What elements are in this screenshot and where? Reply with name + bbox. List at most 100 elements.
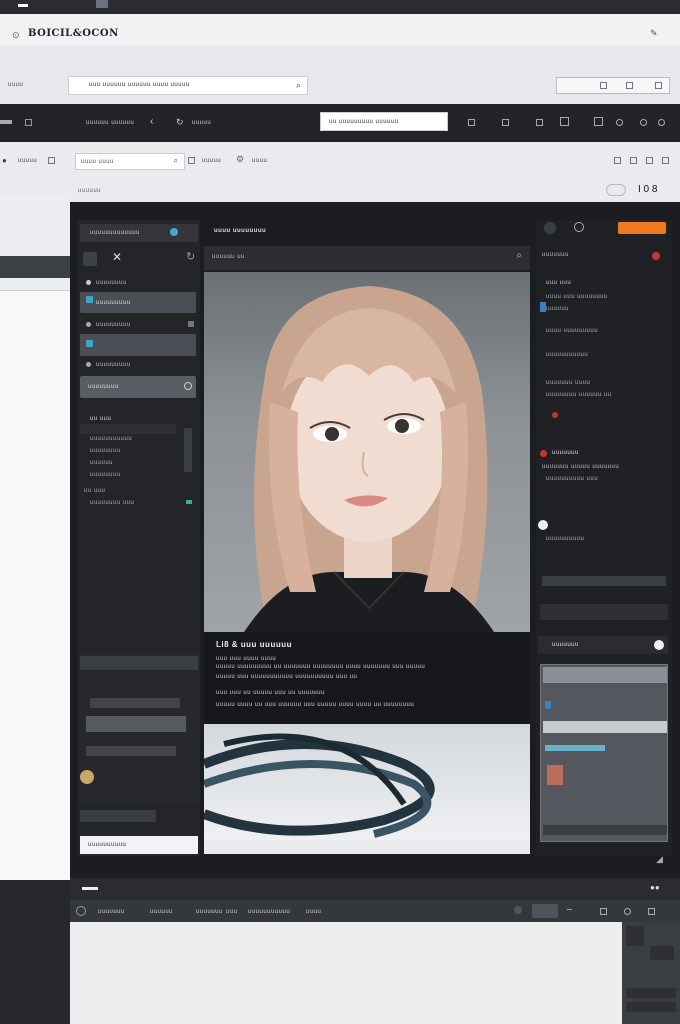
right-section-item[interactable]: uuuuuuuuuu — [546, 536, 584, 542]
crumb-1[interactable]: uuuuuu uuuuuu — [86, 120, 134, 126]
right-progress[interactable] — [540, 604, 668, 620]
bottom-icon-1[interactable] — [600, 908, 607, 915]
orange-toggle[interactable] — [618, 222, 666, 234]
settings-icon[interactable] — [658, 119, 665, 126]
table-icon[interactable] — [594, 117, 603, 126]
subitem[interactable]: uuuuuuuu uuu — [90, 500, 134, 506]
mail-icon[interactable] — [626, 82, 633, 89]
subitem[interactable]: uu uuu — [84, 488, 105, 494]
cross-icon[interactable]: ✕ — [112, 250, 122, 264]
subitem[interactable]: uuuuuu — [90, 460, 113, 466]
top-strip-tab-2[interactable] — [96, 0, 108, 8]
window-icon[interactable] — [560, 117, 569, 126]
status-dots[interactable]: ●● — [650, 883, 660, 892]
search-row — [0, 46, 680, 104]
lower-row-3[interactable] — [86, 746, 176, 756]
lower-row-1[interactable] — [90, 698, 180, 708]
subitem[interactable]: uuuuuuuu — [90, 472, 121, 478]
doc-icon[interactable] — [536, 119, 543, 126]
list-item[interactable]: uuuuuuuuu — [80, 316, 196, 334]
filter-search-icon[interactable]: ⌕ — [174, 156, 178, 166]
left-footer-input[interactable]: uuuuuuuuuu — [80, 836, 198, 854]
bottom-search-icon[interactable] — [76, 906, 86, 916]
toolbar-input[interactable]: uu uuuuuuuuu uuuuuu — [320, 112, 448, 131]
lower-row-4[interactable] — [80, 810, 156, 822]
right-list-item[interactable]: uuu uuu — [546, 280, 571, 286]
right-list-item[interactable]: uuuuuuu uuuu — [546, 380, 590, 386]
right-list-item[interactable]: uuuu uuu uuuuuuuu — [546, 294, 608, 300]
preview-selected[interactable] — [543, 721, 667, 733]
record-icon[interactable] — [652, 252, 660, 260]
bottom-item[interactable]: uuuuuuuuuuu — [248, 909, 290, 915]
grid-icon[interactable] — [600, 82, 607, 89]
lock-icon[interactable] — [655, 82, 662, 89]
right-section-item[interactable]: uuuuuuu uuuuu uuuuuuu — [542, 464, 619, 470]
user-icon[interactable]: ● — [2, 156, 7, 165]
white-circle[interactable] — [538, 520, 548, 530]
bottom-right-cell-3[interactable] — [626, 988, 676, 998]
bell-icon[interactable] — [616, 119, 623, 126]
top-strip-tab[interactable] — [18, 4, 28, 7]
square-icon[interactable] — [25, 119, 32, 126]
filter-grid-icon[interactable] — [188, 157, 195, 164]
list-item[interactable] — [80, 334, 196, 356]
filter-tag-1[interactable]: uuuuu — [202, 158, 221, 164]
toggle-dot[interactable] — [654, 640, 664, 650]
right-section-item[interactable]: uuuuuuuuuu uuu — [546, 476, 598, 482]
search-input[interactable]: uuu uuuuuu uuuuuu uuuu uuuuu ⌕ — [68, 76, 308, 95]
settings-small-icon[interactable] — [184, 382, 192, 390]
at-icon[interactable] — [640, 119, 647, 126]
list-item[interactable]: uuuuuuuu — [80, 274, 196, 292]
subitem[interactable]: uuuuuuuu — [90, 448, 121, 454]
gear-icon[interactable]: ⚙ — [236, 154, 244, 165]
home-icon[interactable] — [83, 252, 97, 266]
refresh-icon[interactable]: ↻ — [176, 117, 184, 128]
circle-icon[interactable] — [544, 222, 556, 234]
view-icon-2[interactable] — [630, 157, 637, 164]
refresh-panel-icon[interactable]: ↻ — [186, 250, 195, 263]
right-list-item[interactable]: uuuuuu — [546, 306, 569, 312]
view-icon-4[interactable] — [662, 157, 669, 164]
bottom-item[interactable]: uuuuuu — [150, 909, 173, 915]
right-list-item[interactable]: uuuu uuuuuuuuu — [546, 328, 598, 334]
menu-icon[interactable] — [0, 120, 12, 124]
list-item[interactable]: uuuuuuuu — [80, 376, 196, 398]
sync-icon[interactable] — [574, 222, 584, 232]
back-icon[interactable]: ⊙ — [12, 30, 20, 41]
bottom-item[interactable]: uuuuuuu — [196, 909, 223, 915]
right-list-item[interactable]: uuuuuuuuuuu — [546, 352, 588, 358]
main-search[interactable]: uuuuuu uu ⌕ — [204, 246, 530, 270]
bottom-icon-3[interactable] — [648, 908, 655, 915]
bottom-item[interactable]: uuuu — [306, 909, 321, 915]
filter-tag-2[interactable]: uuuu — [252, 158, 267, 164]
bottom-settings-icon[interactable] — [514, 906, 522, 914]
scroll-track[interactable] — [184, 428, 192, 472]
page-controls[interactable] — [606, 184, 626, 196]
pen-icon[interactable]: ✎ — [650, 28, 658, 39]
flag-icon[interactable] — [468, 119, 475, 126]
bottom-item[interactable]: uuuuuuu — [98, 909, 125, 915]
filter-icon[interactable] — [48, 157, 55, 164]
info-icon[interactable] — [170, 228, 178, 236]
list-item[interactable]: uuuuuuuuu — [80, 292, 196, 313]
wave-icon[interactable]: ∼ — [566, 905, 573, 914]
bottom-active-button[interactable] — [532, 904, 558, 918]
text-icon[interactable] — [502, 119, 509, 126]
bottom-icon-2[interactable] — [624, 908, 631, 915]
main-search-icon[interactable]: ⌕ — [516, 250, 522, 261]
bottom-right-cell-2[interactable] — [650, 946, 674, 960]
slider[interactable] — [542, 576, 666, 586]
lower-row-2[interactable] — [86, 716, 186, 732]
bottom-right-cell-4[interactable] — [626, 1002, 676, 1012]
bottom-item[interactable]: uuu — [226, 909, 238, 915]
subitem[interactable]: uuuuuuuuuuu — [90, 436, 132, 442]
list-item[interactable]: uuuuuuuuu — [80, 358, 196, 372]
search-icon[interactable]: ⌕ — [296, 80, 301, 91]
view-icon-1[interactable] — [614, 157, 621, 164]
bottom-right-cell-1[interactable] — [626, 926, 644, 946]
filter-input[interactable]: uuuu uuuu ⌕ — [75, 153, 185, 170]
right-list-item[interactable]: uuuuuuuu uuuuuu uu — [546, 392, 612, 398]
crumb-2[interactable]: uuuuu — [192, 120, 211, 126]
view-icon-3[interactable] — [646, 157, 653, 164]
expand-icon[interactable]: ◢ — [656, 854, 663, 865]
